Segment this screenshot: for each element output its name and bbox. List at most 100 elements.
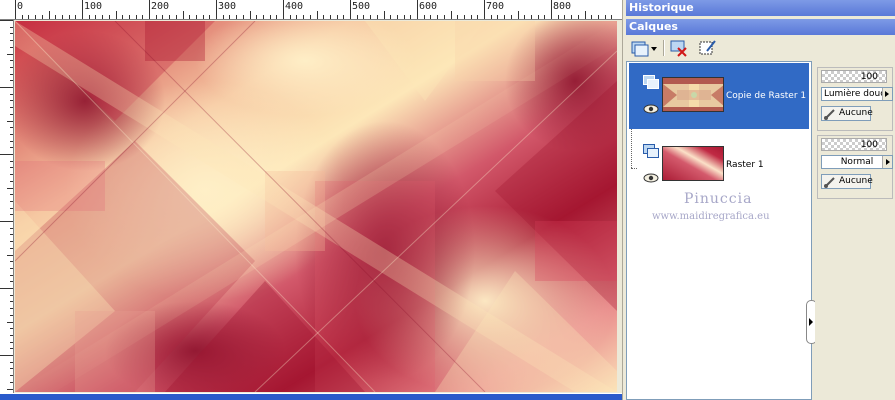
ruler-tick [504,15,506,19]
layers-panel-title[interactable]: Calques [626,19,895,35]
abstract-artwork [15,21,617,392]
ruler-tick [383,11,385,19]
ruler-tick [604,15,606,19]
ruler-tick [10,80,13,82]
ruler-tick [10,281,13,283]
image-canvas[interactable] [15,21,617,392]
ruler-tick [10,214,13,216]
ruler-tick [10,140,13,142]
ruler-label: 700 [486,1,505,12]
ruler-tick [10,93,13,95]
ruler-tick [276,15,278,19]
ruler-tick [591,15,593,19]
eye-icon[interactable] [643,173,659,183]
layer-row-copie-de-raster-1[interactable]: Copie de Raster 1 [629,63,809,129]
ruler-tick [108,15,110,19]
ruler-label: 300 [218,1,237,12]
layer-row-raster-1[interactable]: Raster 1 [629,132,809,198]
ruler-tick [557,15,559,19]
mask-label: Aucune [839,108,873,118]
opacity-slider[interactable]: 100 [821,70,887,83]
layer-properties-button[interactable] [698,39,718,57]
blend-mode-dropdown[interactable]: Lumière douce [821,87,893,101]
ruler-tick [524,15,526,19]
ruler-label: 400 [285,1,304,12]
delete-layer-button[interactable] [670,39,688,57]
ruler-tick [15,0,16,19]
ruler-tick [256,15,258,19]
horizontal-ruler: 0 100 200 300 400 500 600 700 800 [0,0,622,20]
ruler-tick [10,60,13,62]
ruler-tick [329,15,331,19]
ruler-tick [10,375,13,377]
ruler-tick [303,15,305,19]
ruler-label: 100 [84,1,103,12]
ruler-tick [10,301,13,303]
ruler-tick [530,15,532,19]
ruler-tick [0,154,13,155]
history-panel-title[interactable]: Historique [626,0,895,16]
ruler-tick [417,0,418,19]
ruler-tick [7,53,13,55]
ruler-tick [537,15,539,19]
layer-name[interactable]: Raster 1 [726,160,764,170]
ruler-tick [10,127,13,129]
ruler-tick [68,15,70,19]
ruler-tick [10,66,13,68]
ruler-tick [611,15,613,19]
ruler-label: 800 [553,1,572,12]
layer-properties-icon [699,40,716,55]
ruler-tick [403,15,405,19]
layers-list[interactable]: Copie de Raster 1 Raster 1 [626,61,812,400]
eye-icon[interactable] [643,104,659,114]
ruler-tick [10,314,13,316]
ruler-tick [249,11,251,19]
layer-properties-column: 100 Lumière douce Aucune 100 Normal Aucu… [815,61,895,400]
ruler-tick [262,15,264,19]
new-layer-button[interactable] [630,39,658,57]
ruler-tick [10,361,13,363]
ruler-tick [10,227,13,229]
opacity-value: 100 [860,140,878,150]
ruler-tick [0,221,13,222]
mask-button[interactable]: Aucune [821,174,873,189]
ruler-tick [584,11,586,19]
ruler-tick [189,15,191,19]
ruler-tick [10,133,13,135]
ruler-tick [296,15,298,19]
ruler-tick [35,15,37,19]
layer-name[interactable]: Copie de Raster 1 [726,91,806,101]
ruler-tick [10,174,13,176]
layer-thumbnail [662,146,724,181]
mask-button[interactable]: Aucune [821,106,873,121]
ruler-label: 200 [151,1,170,12]
brush-icon [824,177,835,188]
ruler-tick [7,187,13,189]
ruler-tick [95,15,97,19]
ruler-tick [10,73,13,75]
ruler-tick [477,15,479,19]
ruler-tick [142,15,144,19]
ruler-tick [7,388,13,390]
ruler-tick [10,100,13,102]
ruler-tick [10,160,13,162]
ruler-tick [597,15,599,19]
ruler-tick [0,20,13,21]
group-icon [643,75,659,89]
opacity-slider[interactable]: 100 [821,138,887,151]
ruler-tick [155,15,157,19]
ruler-tick [149,0,150,19]
blend-mode-dropdown[interactable]: Normal [821,155,893,169]
ruler-tick [370,15,372,19]
ruler-tick [10,194,13,196]
ruler-tick [363,15,365,19]
layer-1-properties: 100 Lumière douce Aucune [817,67,893,131]
ruler-tick [323,15,325,19]
ruler-tick [10,294,13,296]
group-icon [643,144,659,158]
ruler-tick [497,15,499,19]
ruler-tick [450,11,452,19]
ruler-tick [209,15,211,19]
layer-2-properties: 100 Normal Aucune [817,135,893,199]
ruler-tick [10,368,13,370]
